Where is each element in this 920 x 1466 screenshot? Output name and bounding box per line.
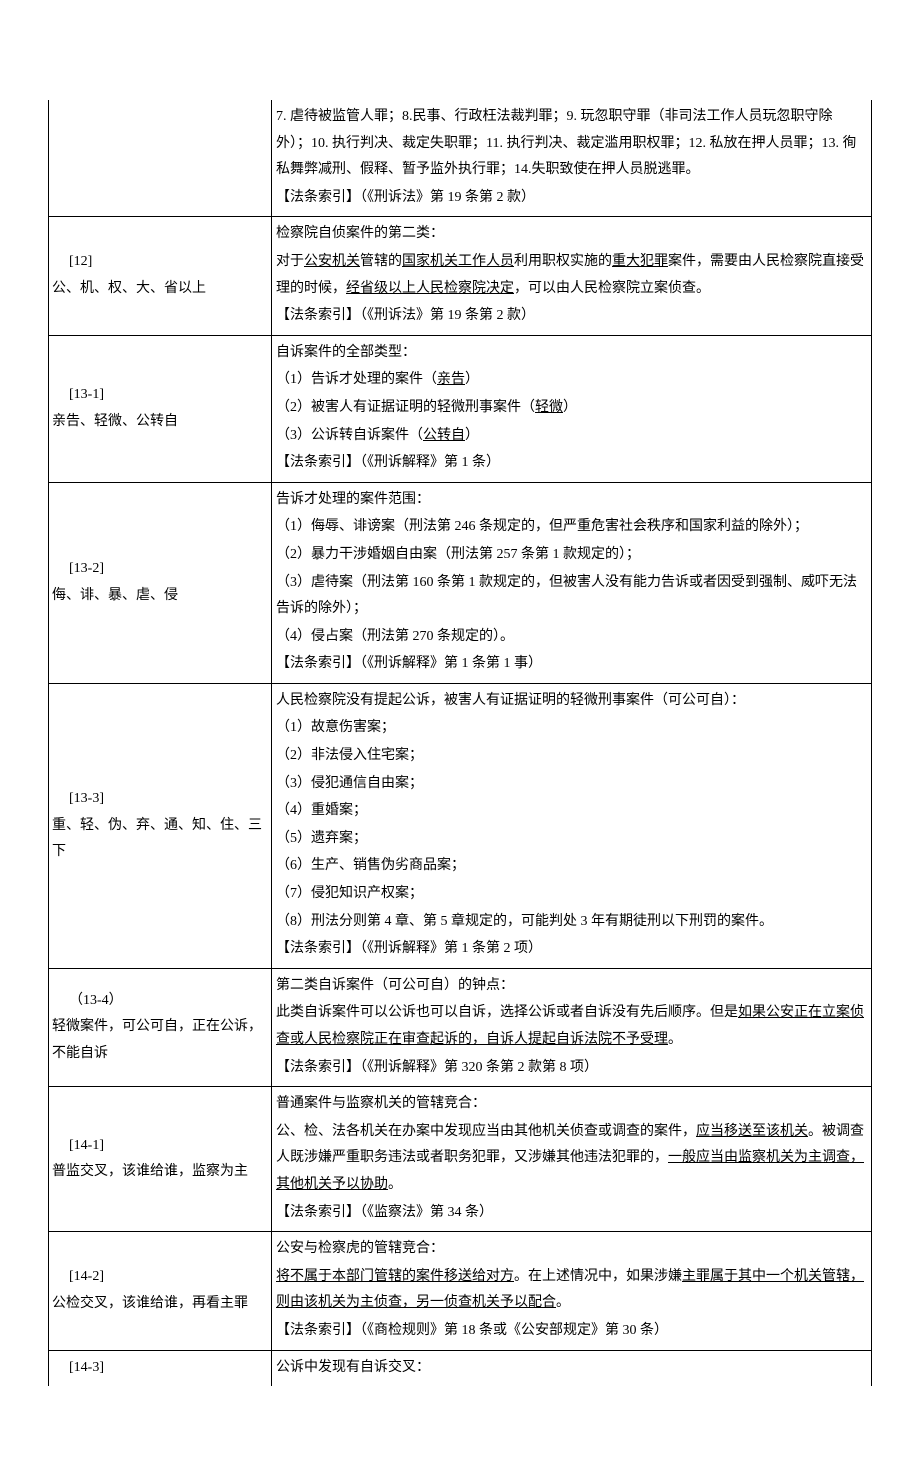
content-line: （1）故意伤害案；	[276, 715, 867, 742]
row-content-cell: 自诉案件的全部类型：（1）告诉才处理的案件（亲告）（2）被害人有证据证明的轻微刑…	[272, 335, 872, 482]
content-line: （8）刑法分则第 4 章、第 5 章规定的，可能判处 3 年有期徒刑以下刑罚的案…	[276, 909, 867, 936]
table-row: [14-2]公检交叉，该谁给谁，再看主罪公安与检察虎的管辖竞合：将不属于本部门管…	[49, 1232, 872, 1350]
content-line: （2）被害人有证据证明的轻微刑事案件（轻微）	[276, 395, 867, 422]
law-reference: 【法条索引】（《商检规则》第 18 条或《公安部规定》第 30 条）	[276, 1318, 867, 1345]
row-key-cell: [14-1]普监交叉，该谁给谁，监察为主	[49, 1087, 272, 1232]
table-row: [14-1]普监交叉，该谁给谁，监察为主普通案件与监察机关的管辖竞合：公、检、法…	[49, 1087, 872, 1232]
content-line: 公安与检察虎的管辖竞合：	[276, 1236, 867, 1263]
row-key: （13-4）	[51, 988, 267, 1015]
row-content-cell: 公安与检察虎的管辖竞合：将不属于本部门管辖的案件移送给对方。在上述情况中，如果涉…	[272, 1232, 872, 1350]
content-line: 检察院自侦案件的第二类：	[276, 221, 867, 248]
row-content-cell: 告诉才处理的案件范围：（1）侮辱、诽谤案（刑法第 246 条规定的，但严重危害社…	[272, 482, 872, 683]
content-line: （4）重婚案；	[276, 798, 867, 825]
content-line: 公诉中发现有自诉交叉：	[276, 1355, 867, 1382]
law-reference: 【法条索引】（《刑诉法》第 19 条第 2 款）	[276, 185, 867, 212]
row-hint: 轻微案件，可公可自，正在公诉，不能自诉	[51, 1014, 267, 1067]
content-line: （6）生产、销售伪劣商品案；	[276, 853, 867, 880]
content-line: （3）公诉转自诉案件（公转自）	[276, 423, 867, 450]
table-row: 7. 虐待被监管人罪；8.民事、行政枉法裁判罪；9. 玩忽职守罪（非司法工作人员…	[49, 100, 872, 217]
row-hint: 侮、诽、暴、虐、侵	[51, 583, 267, 610]
content-line: （2）非法侵入住宅案；	[276, 743, 867, 770]
row-content-cell: 公诉中发现有自诉交叉：	[272, 1350, 872, 1386]
content-line: 人民检察院没有提起公诉，被害人有证据证明的轻微刑事案件（可公可自）：	[276, 688, 867, 715]
row-content-cell: 7. 虐待被监管人罪；8.民事、行政枉法裁判罪；9. 玩忽职守罪（非司法工作人员…	[272, 100, 872, 217]
row-key: [14-2]	[51, 1264, 267, 1291]
row-hint: 公检交叉，该谁给谁，再看主罪	[51, 1291, 267, 1318]
table-row: [14-3] 公诉中发现有自诉交叉：	[49, 1350, 872, 1386]
row-key-cell: [14-3]	[49, 1350, 272, 1386]
content-line: （1）侮辱、诽谤案（刑法第 246 条规定的，但严重危害社会秩序和国家利益的除外…	[276, 514, 867, 541]
content-line: 对于公安机关管辖的国家机关工作人员利用职权实施的重大犯罪案件，需要由人民检察院直…	[276, 249, 867, 302]
row-key: [13-2]	[51, 556, 267, 583]
row-content-cell: 第二类自诉案件（可公可自）的钟点：此类自诉案件可以公诉也可以自诉，选择公诉或者自…	[272, 968, 872, 1086]
content-line: 7. 虐待被监管人罪；8.民事、行政枉法裁判罪；9. 玩忽职守罪（非司法工作人员…	[276, 104, 867, 184]
row-key: [12]	[51, 249, 267, 276]
table-row: [13-3]重、轻、伪、弃、通、知、住、三下人民检察院没有提起公诉，被害人有证据…	[49, 683, 872, 968]
content-line: （3）虐待案（刑法第 160 条第 1 款规定的，但被害人没有能力告诉或者因受到…	[276, 570, 867, 623]
content-line: 此类自诉案件可以公诉也可以自诉，选择公诉或者自诉没有先后顺序。但是如果公安正在立…	[276, 1000, 867, 1053]
law-reference: 【法条索引】（《刑诉解释》第 320 条第 2 款第 8 项）	[276, 1055, 867, 1082]
content-line: 自诉案件的全部类型：	[276, 340, 867, 367]
row-hint: 普监交叉，该谁给谁，监察为主	[51, 1159, 267, 1186]
content-line: 公、检、法各机关在办案中发现应当由其他机关侦查或调查的案件，应当移送至该机关。被…	[276, 1119, 867, 1199]
law-reference: 【法条索引】（《刑诉解释》第 1 条第 1 事）	[276, 651, 867, 678]
row-hint: 公、机、权、大、省以上	[51, 276, 267, 303]
law-reference: 【法条索引】（《刑诉法》第 19 条第 2 款）	[276, 303, 867, 330]
row-key-cell	[49, 100, 272, 217]
row-key-cell: [12]公、机、权、大、省以上	[49, 217, 272, 335]
row-content-cell: 普通案件与监察机关的管辖竞合：公、检、法各机关在办案中发现应当由其他机关侦查或调…	[272, 1087, 872, 1232]
row-hint: 亲告、轻微、公转自	[51, 409, 267, 436]
content-line: 将不属于本部门管辖的案件移送给对方。在上述情况中，如果涉嫌主罪属于其中一个机关管…	[276, 1264, 867, 1317]
law-reference: 【法条索引】（《刑诉解释》第 1 条）	[276, 450, 867, 477]
row-key-cell: （13-4）轻微案件，可公可自，正在公诉，不能自诉	[49, 968, 272, 1086]
table-row: [12]公、机、权、大、省以上检察院自侦案件的第二类：对于公安机关管辖的国家机关…	[49, 217, 872, 335]
content-line: （1）告诉才处理的案件（亲告）	[276, 367, 867, 394]
row-content-cell: 人民检察院没有提起公诉，被害人有证据证明的轻微刑事案件（可公可自）：（1）故意伤…	[272, 683, 872, 968]
row-hint: 重、轻、伪、弃、通、知、住、三下	[51, 813, 267, 866]
content-line: （2）暴力干涉婚姻自由案（刑法第 257 条第 1 款规定的）；	[276, 542, 867, 569]
content-line: 普通案件与监察机关的管辖竞合：	[276, 1091, 867, 1118]
law-reference: 【法条索引】（《监察法》第 34 条）	[276, 1200, 867, 1227]
row-key: [13-1]	[51, 382, 267, 409]
content-line: （4）侵占案（刑法第 270 条规定的）。	[276, 624, 867, 651]
row-key-cell: [13-2]侮、诽、暴、虐、侵	[49, 482, 272, 683]
row-key-cell: [14-2]公检交叉，该谁给谁，再看主罪	[49, 1232, 272, 1350]
content-line: 告诉才处理的案件范围：	[276, 487, 867, 514]
row-key-cell: [13-1]亲告、轻微、公转自	[49, 335, 272, 482]
content-line: （7）侵犯知识产权案；	[276, 881, 867, 908]
law-table: 7. 虐待被监管人罪；8.民事、行政枉法裁判罪；9. 玩忽职守罪（非司法工作人员…	[48, 100, 872, 1386]
content-line: （3）侵犯通信自由案；	[276, 771, 867, 798]
row-key: [14-1]	[51, 1133, 267, 1160]
row-key: [13-3]	[51, 786, 267, 813]
content-line: （5）遗弃案；	[276, 826, 867, 853]
table-row: （13-4）轻微案件，可公可自，正在公诉，不能自诉第二类自诉案件（可公可自）的钟…	[49, 968, 872, 1086]
row-key: [14-3]	[51, 1355, 267, 1382]
row-key-cell: [13-3]重、轻、伪、弃、通、知、住、三下	[49, 683, 272, 968]
law-reference: 【法条索引】（《刑诉解释》第 1 条第 2 项）	[276, 936, 867, 963]
row-content-cell: 检察院自侦案件的第二类：对于公安机关管辖的国家机关工作人员利用职权实施的重大犯罪…	[272, 217, 872, 335]
table-row: [13-1]亲告、轻微、公转自自诉案件的全部类型：（1）告诉才处理的案件（亲告）…	[49, 335, 872, 482]
content-line: 第二类自诉案件（可公可自）的钟点：	[276, 973, 867, 1000]
table-row: [13-2]侮、诽、暴、虐、侵告诉才处理的案件范围：（1）侮辱、诽谤案（刑法第 …	[49, 482, 872, 683]
